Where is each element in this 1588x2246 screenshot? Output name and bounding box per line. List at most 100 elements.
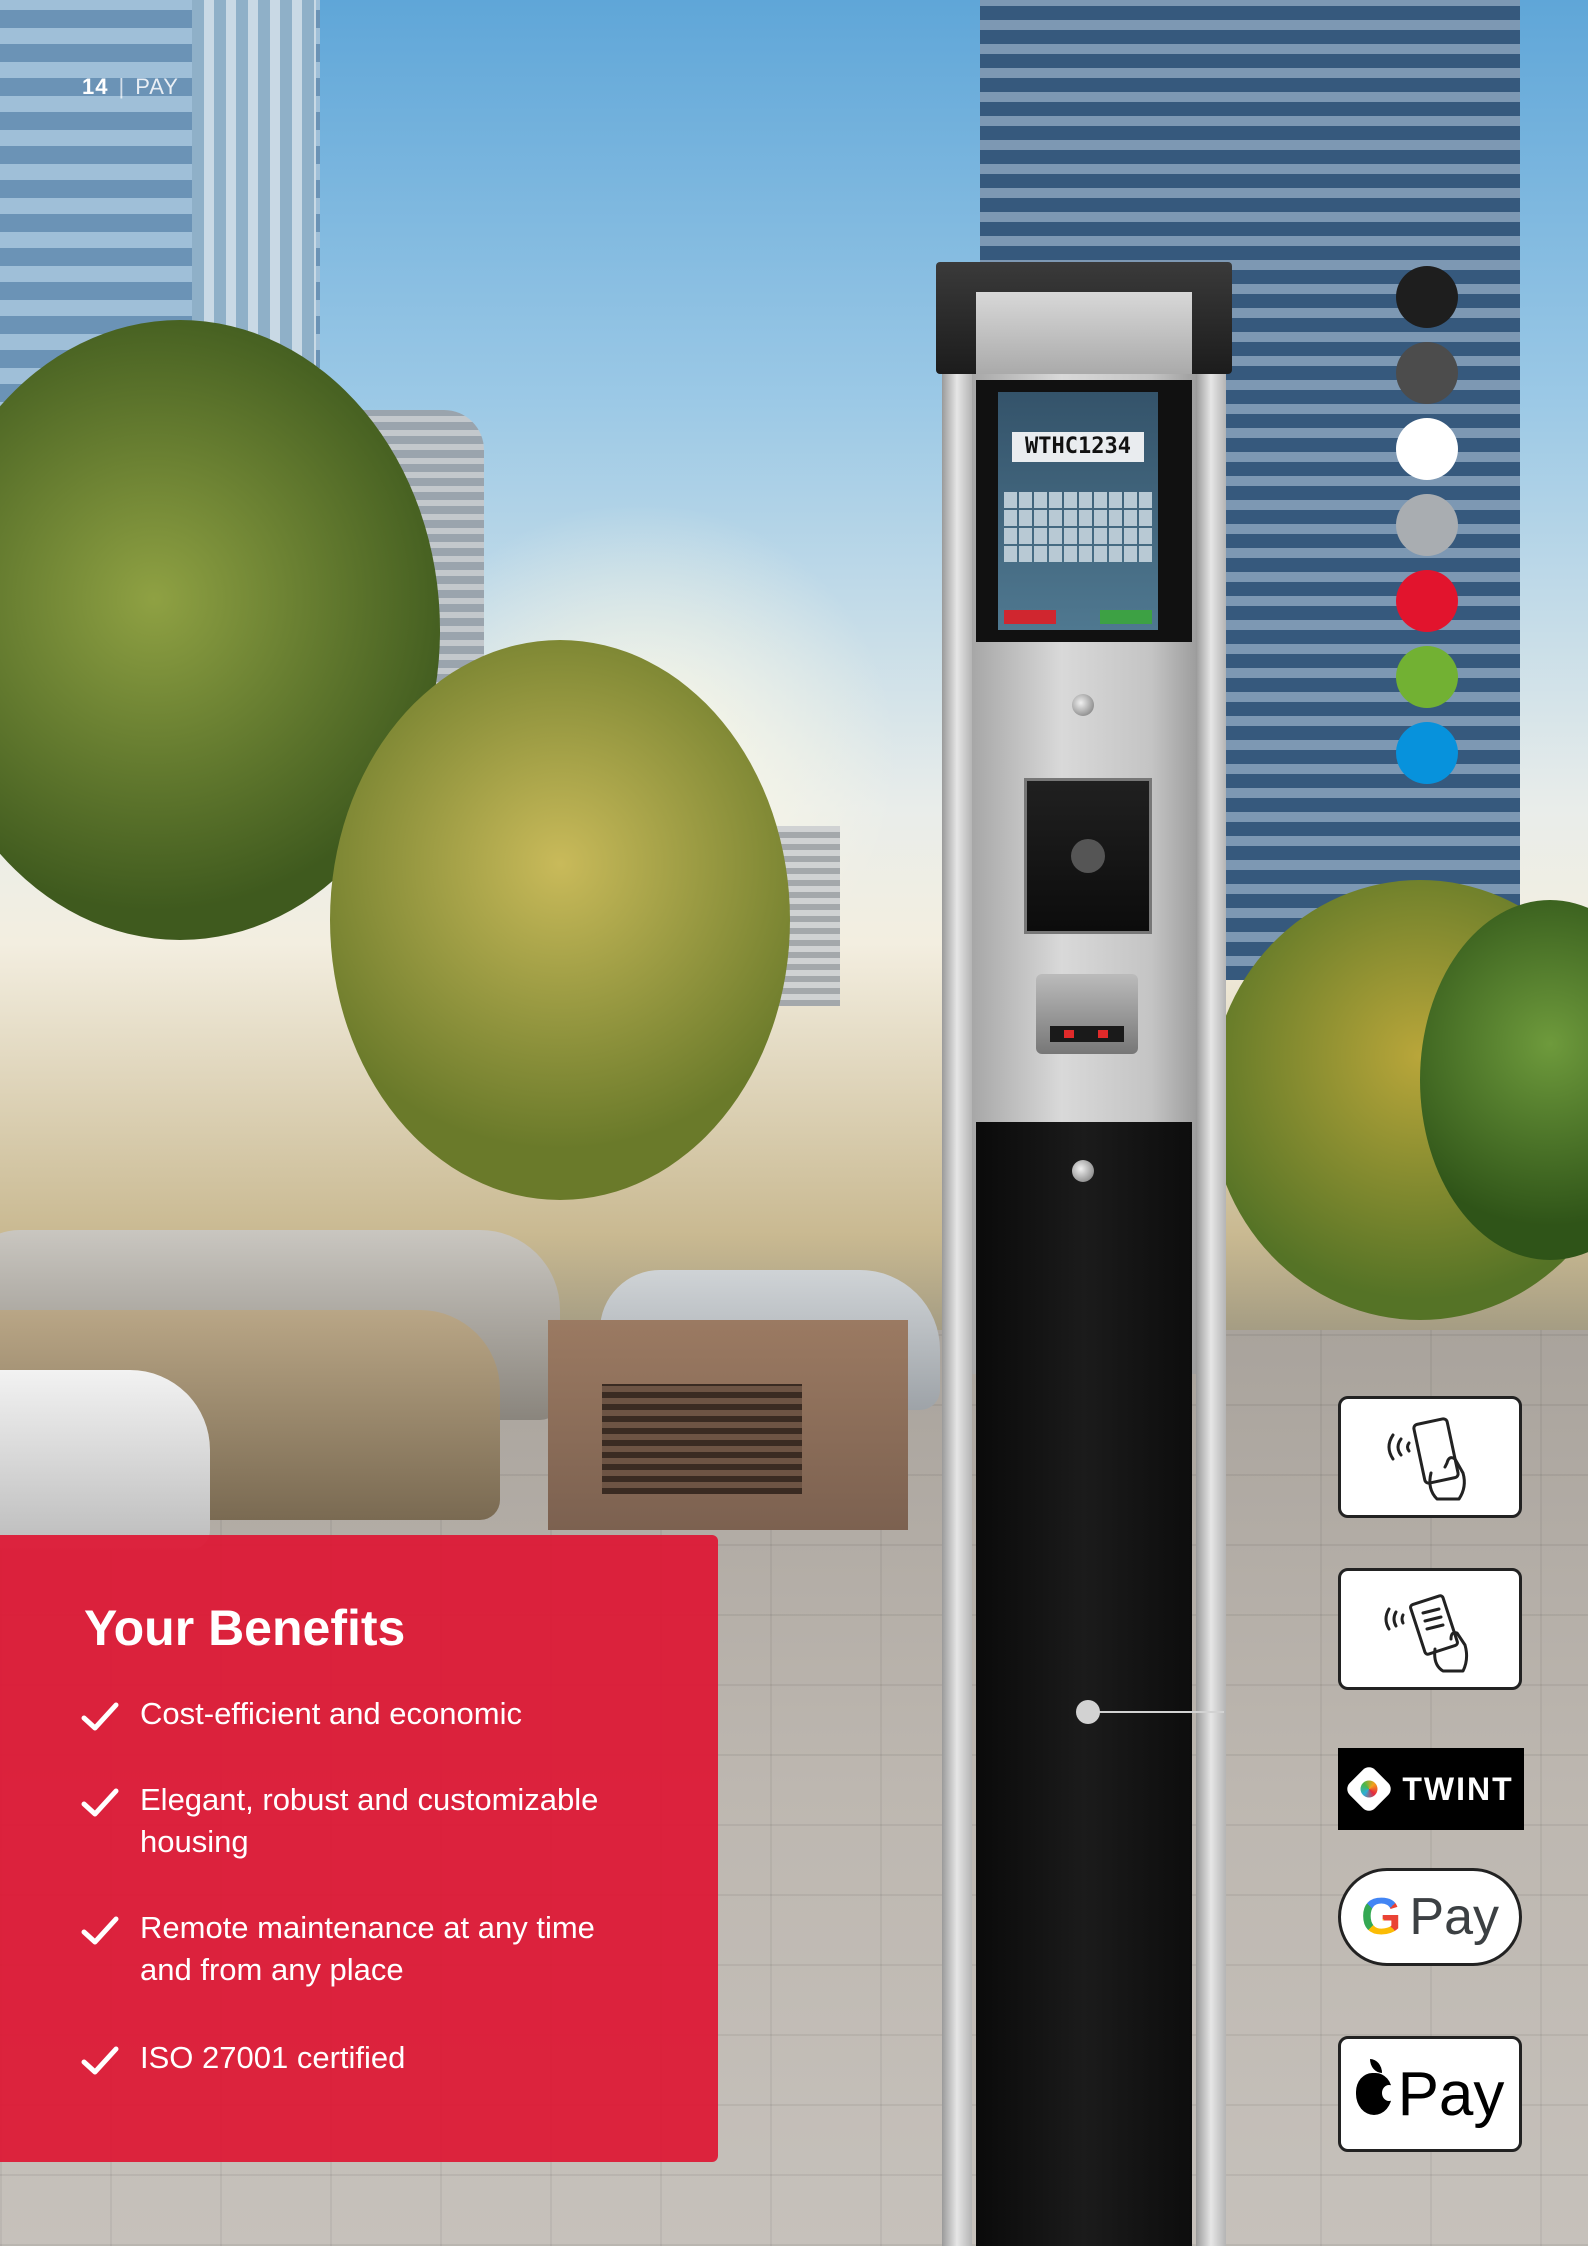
screen-key	[1109, 492, 1122, 508]
tree-center	[330, 640, 790, 1200]
screen-key	[1124, 546, 1137, 562]
benefit-line: ISO 27001 certified	[140, 2040, 406, 2075]
page-header: 14 | PAY	[82, 74, 179, 100]
contactless-card-icon	[1384, 1594, 1469, 1673]
twint-badge: TWINT	[1338, 1748, 1524, 1830]
kiosk-side-right	[1196, 374, 1226, 2246]
slot-indicator	[1050, 1026, 1124, 1042]
twint-label: TWINT	[1402, 1770, 1514, 1807]
benefit-text: Cost-efficient and economic	[140, 1693, 522, 1735]
screen-key	[1079, 510, 1092, 526]
benefit-line: Cost-efficient and economic	[140, 1696, 522, 1731]
screen-key	[1064, 528, 1077, 544]
callout-line	[1098, 1711, 1224, 1713]
benefit-line: housing	[140, 1824, 249, 1859]
screen-key	[1034, 510, 1047, 526]
screen-key	[1109, 510, 1122, 526]
section-label: PAY	[135, 74, 179, 99]
apple-logo-icon	[1355, 2059, 1396, 2115]
screen-key	[1064, 510, 1077, 526]
screen-key	[1049, 510, 1062, 526]
screen-key	[1064, 492, 1077, 508]
color-swatch	[1396, 494, 1458, 556]
screen-key	[1139, 546, 1152, 562]
screen-key	[1004, 510, 1017, 526]
screen-key	[1124, 492, 1137, 508]
benefit-item: Cost-efficient and economic	[80, 1693, 640, 1737]
nfc-phone-icon	[1387, 1417, 1466, 1501]
kiosk-top-cap	[936, 262, 1232, 374]
nfc-phone-badge	[1338, 1396, 1522, 1518]
screen-key	[1049, 546, 1062, 562]
color-swatch	[1396, 266, 1458, 328]
benefit-text: Remote maintenance at any time and from a…	[140, 1907, 595, 1991]
kiosk-lower-panel	[976, 1122, 1192, 2246]
color-swatch	[1396, 418, 1458, 480]
screen-key	[1049, 492, 1062, 508]
screen-confirm-key	[1100, 610, 1152, 624]
google-g-icon: G	[1360, 1888, 1402, 1946]
screen-key	[1034, 528, 1047, 544]
benefit-line: Elegant, robust and customizable	[140, 1782, 599, 1817]
checkmark-icon	[81, 1702, 119, 1731]
screen-key	[1019, 510, 1032, 526]
kiosk-touchscreen: WTHC1234	[998, 392, 1158, 630]
screen-key	[1094, 528, 1107, 544]
screen-key	[1139, 492, 1152, 508]
screen-key	[1139, 510, 1152, 526]
screen-key	[1064, 546, 1077, 562]
benefit-item: Remote maintenance at any time and from a…	[80, 1907, 640, 1991]
parked-car	[0, 1370, 210, 1550]
benefits-title: Your Benefits	[84, 1600, 406, 1656]
google-pay-label: Pay	[1409, 1888, 1500, 1946]
screen-key	[1094, 546, 1107, 562]
kiosk-cap-face	[976, 292, 1192, 374]
color-swatch	[1396, 570, 1458, 632]
screen-key	[1079, 492, 1092, 508]
screen-key	[1109, 546, 1122, 562]
apple-pay-badge: Pay	[1338, 2036, 1522, 2152]
callout-dot	[1076, 1700, 1100, 1724]
screen-key	[1079, 546, 1092, 562]
page-number: 14	[82, 74, 109, 99]
stone-vent-block	[548, 1320, 908, 1530]
kiosk-side-left	[942, 374, 972, 2246]
card-reader	[1024, 778, 1152, 934]
benefit-line: Remote maintenance at any time	[140, 1910, 595, 1945]
benefit-line: and from any place	[140, 1952, 404, 1987]
google-pay-badge: G Pay	[1338, 1868, 1522, 1966]
payment-kiosk: WTHC1234	[936, 262, 1232, 2246]
color-swatch	[1396, 722, 1458, 784]
screen-key	[1124, 510, 1137, 526]
checkmark-icon	[81, 1788, 119, 1817]
license-plate-field: WTHC1234	[1012, 432, 1144, 462]
apple-pay-label: Pay	[1397, 2059, 1505, 2129]
screen-key	[1004, 546, 1017, 562]
benefits-panel: Your Benefits Cost-efficient and economi…	[0, 1535, 718, 2162]
screen-key	[1109, 528, 1122, 544]
screen-key	[1019, 492, 1032, 508]
card-slot	[1036, 974, 1138, 1054]
screen-key	[1094, 492, 1107, 508]
screen-key	[1004, 492, 1017, 508]
header-separator: |	[118, 74, 126, 99]
screen-key	[1094, 510, 1107, 526]
benefit-text: ISO 27001 certified	[140, 2037, 405, 2079]
benefit-text: Elegant, robust and customizable housing	[140, 1779, 598, 1863]
contactless-symbol-icon	[1071, 839, 1105, 873]
screen-key	[1034, 546, 1047, 562]
vent-grille	[602, 1384, 802, 1494]
screen-key	[1139, 528, 1152, 544]
checkmark-icon	[81, 2046, 119, 2075]
onscreen-keyboard	[1004, 492, 1152, 562]
screw-icon	[1072, 694, 1094, 716]
screen-key	[1124, 528, 1137, 544]
screen-key	[1004, 528, 1017, 544]
contactless-card-badge	[1338, 1568, 1522, 1690]
color-swatch	[1396, 342, 1458, 404]
screw-icon	[1072, 1160, 1094, 1182]
screen-key	[1049, 528, 1062, 544]
checkmark-icon	[81, 1916, 119, 1945]
color-swatch	[1396, 646, 1458, 708]
screen-key	[1019, 546, 1032, 562]
